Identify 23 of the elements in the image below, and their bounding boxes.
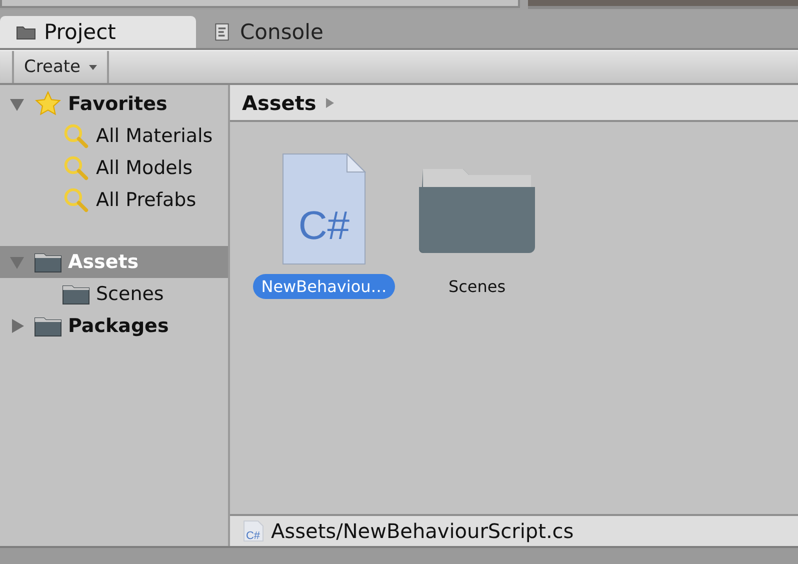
search-icon [62,187,90,213]
script-file-icon: C# [243,520,265,542]
tree-item[interactable]: All Prefabs [0,184,228,216]
breadcrumb-item[interactable]: Assets [242,90,316,114]
tree-item[interactable]: Favorites [0,88,228,120]
tree-item[interactable]: All Materials [0,120,228,152]
arrow-icon [326,98,334,108]
star-icon [34,91,62,117]
collapsed-arrow-icon[interactable] [10,319,24,333]
file-path: Assets/NewBehaviourScript.cs [271,519,574,543]
tree-item[interactable]: Packages [0,310,228,342]
caret-icon [88,64,96,70]
tree-item[interactable]: Scenes [0,278,228,310]
search-icon [62,155,90,181]
asset-label[interactable]: Scenes [440,274,514,299]
panel-tab[interactable]: Console [196,16,392,48]
panel-tab[interactable]: Project [0,16,196,48]
asset-label[interactable]: NewBehaviou… [253,274,395,299]
search-icon [62,123,90,149]
expanded-arrow-icon[interactable] [10,97,24,111]
tree-item[interactable]: All Models [0,152,228,184]
expanded-arrow-icon[interactable] [10,255,24,269]
create-dropdown[interactable]: Create [12,51,108,83]
